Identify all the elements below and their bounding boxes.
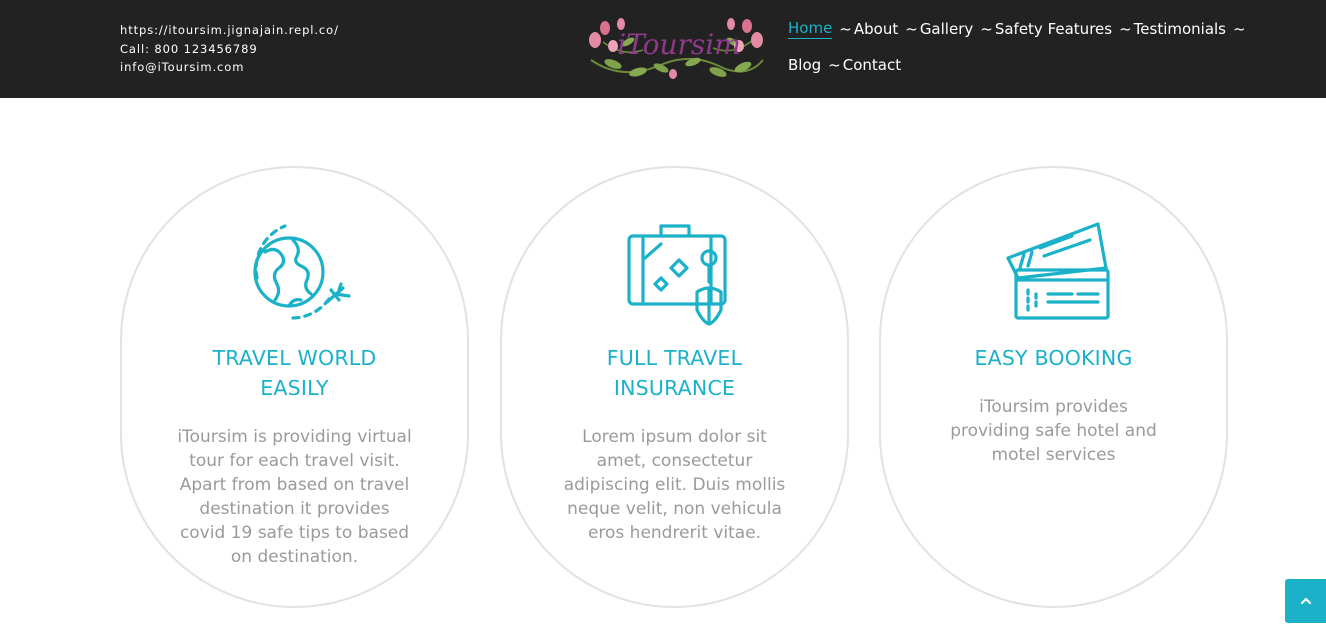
site-url[interactable]: https://itoursim.jignajain.repl.co/: [120, 21, 339, 40]
feature-description: iToursim provides providing safe hotel a…: [921, 395, 1186, 467]
nav-separator: ~: [1119, 20, 1132, 38]
nav-gallery[interactable]: Gallery: [920, 20, 973, 38]
nav-separator: ~: [905, 20, 918, 38]
nav-row-1: Home ~ About ~ Gallery ~ Safety Features ~ T…: [788, 14, 1268, 44]
nav-row-2: Blog ~ Contact: [788, 50, 1268, 80]
feature-text-line: destination it provides: [199, 499, 390, 519]
feature-text-line: adipiscing elit. Duis mollis: [563, 475, 786, 495]
phone-number: Call: 800 123456789: [120, 41, 258, 56]
feature-title: FULL TRAVEL INSURANCE: [532, 343, 817, 403]
site-header: https://itoursim.jignajain.repl.co/ Call…: [0, 0, 1326, 98]
feature-card-easy-booking: EASY BOOKING iToursim provides providing…: [879, 166, 1228, 608]
nav-testimonials[interactable]: Testimonials: [1134, 20, 1226, 38]
feature-title: TRAVEL WORLD EASILY: [152, 343, 437, 403]
feature-title-line: INSURANCE: [613, 376, 736, 400]
feature-card-travel-world: TRAVEL WORLD EASILY iToursim is providin…: [120, 166, 469, 608]
nav-separator: ~: [980, 20, 993, 38]
feature-title-line: EASILY: [260, 376, 329, 400]
feature-title-line: TRAVEL WORLD: [212, 346, 377, 370]
feature-title: EASY BOOKING: [911, 343, 1196, 373]
globe-plane-icon: [235, 218, 355, 328]
nav-about[interactable]: About: [854, 20, 898, 38]
nav-safety-features[interactable]: Safety Features: [995, 20, 1112, 38]
feature-text-line: eros hendrerit vitae.: [587, 523, 762, 543]
nav-separator: ~: [1233, 20, 1246, 38]
feature-text-line: motel services: [991, 445, 1116, 465]
main-nav: Home ~ About ~ Gallery ~ Safety Features ~ T…: [788, 14, 1268, 86]
feature-text-line: on destination.: [230, 547, 359, 567]
site-logo[interactable]: iToursim: [583, 12, 769, 84]
feature-text-line: neque velit, non vehicula: [567, 499, 782, 519]
feature-description: Lorem ipsum dolor sit amet, consectetur …: [542, 425, 807, 545]
feature-text-line: iToursim provides: [979, 397, 1128, 417]
nav-blog[interactable]: Blog: [788, 56, 821, 74]
feature-text-line: Lorem ipsum dolor sit: [582, 427, 767, 447]
feature-title-line: EASY BOOKING: [974, 346, 1133, 370]
feature-text-line: Apart from based on travel: [179, 475, 410, 495]
feature-text-line: covid 19 safe tips to based: [179, 523, 410, 543]
logo-wreath-icon: iToursim: [589, 18, 764, 79]
nav-separator: ~: [828, 56, 841, 74]
scroll-to-top-button[interactable]: [1285, 579, 1326, 623]
feature-text-line: amet, consectetur: [596, 451, 753, 471]
nav-contact[interactable]: Contact: [843, 56, 901, 74]
chevron-up-icon: [1300, 597, 1311, 605]
feature-text-line: providing safe hotel and: [950, 421, 1157, 441]
logo-text: iToursim: [617, 28, 741, 61]
feature-card-travel-insurance: FULL TRAVEL INSURANCE Lorem ipsum dolor …: [500, 166, 849, 608]
feature-description: iToursim is providing virtual tour for e…: [162, 425, 427, 569]
nav-home[interactable]: Home: [788, 19, 833, 39]
suitcase-icon: [615, 218, 735, 328]
nav-separator: ~: [839, 20, 852, 38]
feature-text-line: tour for each travel visit.: [189, 451, 400, 471]
contact-info: https://itoursim.jignajain.repl.co/ Call…: [120, 21, 339, 77]
feature-title-line: FULL TRAVEL: [606, 346, 743, 370]
feature-text-line: iToursim is providing virtual: [177, 427, 412, 447]
tickets-icon: [994, 218, 1114, 328]
email-address[interactable]: info@iToursim.com: [120, 58, 339, 77]
